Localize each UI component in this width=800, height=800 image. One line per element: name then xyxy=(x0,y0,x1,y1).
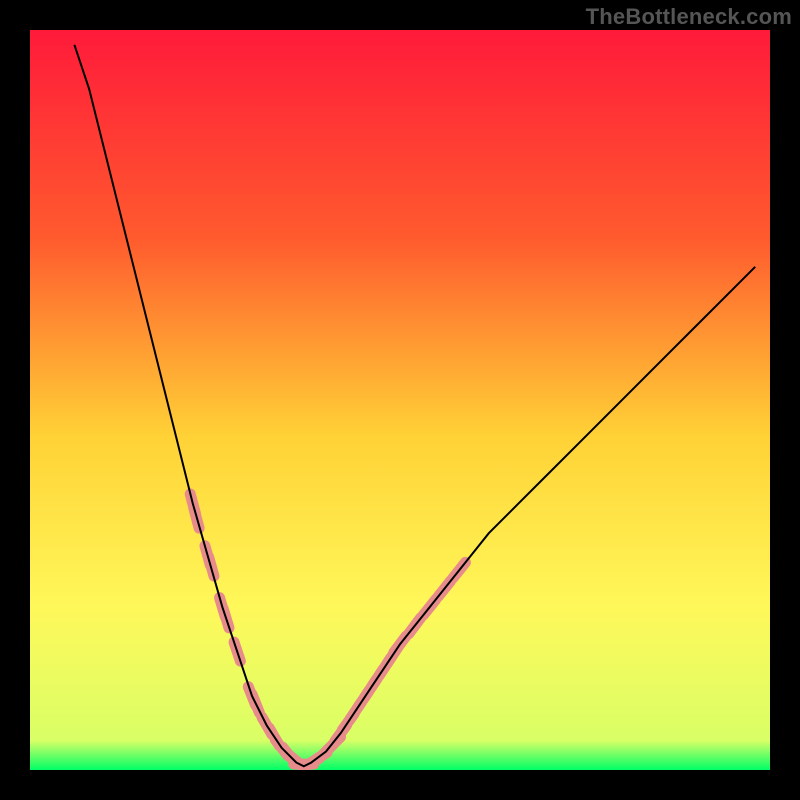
plot-area xyxy=(30,30,770,770)
chart-svg xyxy=(30,30,770,770)
watermark-text: TheBottleneck.com xyxy=(586,4,792,30)
chart-frame: TheBottleneck.com xyxy=(0,0,800,800)
gradient-background xyxy=(30,30,770,770)
